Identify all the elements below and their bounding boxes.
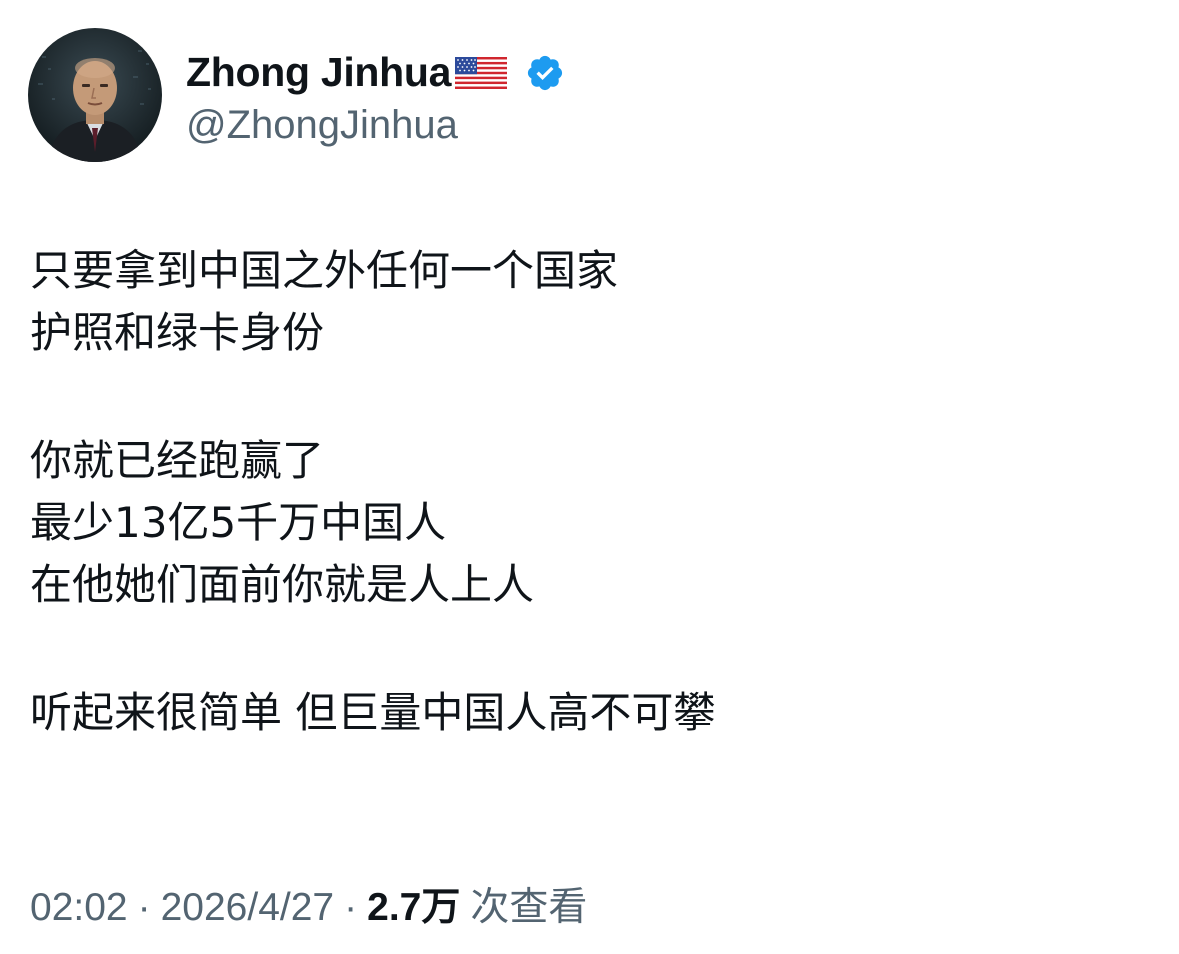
avatar-image: [28, 28, 162, 162]
tweet-meta: 02:02 · 2026/4/27 · 2.7万 次查看: [30, 876, 587, 932]
author-display-name[interactable]: Zhong Jinhua: [186, 49, 451, 96]
views-label: 次查看: [470, 885, 588, 930]
tweet-line: 你就已经跑赢了: [30, 436, 325, 485]
tweet-line: 护照和绿卡身份: [30, 308, 325, 357]
name-row: Zhong Jinhua: [186, 43, 565, 103]
us-flag-icon: [455, 56, 508, 89]
tweet-time[interactable]: 02:02: [30, 886, 128, 930]
meta-separator: ·: [344, 886, 358, 929]
tweet-line: 只要拿到中国之外任何一个国家: [30, 246, 619, 295]
author-identity: Zhong Jinhua @ZhongJinhua: [186, 43, 565, 148]
meta-separator: ·: [137, 886, 151, 929]
tweet-text: 只要拿到中国之外任何一个国家 护照和绿卡身份 你就已经跑赢了 最少13亿5千万中…: [30, 240, 1150, 744]
tweet: Zhong Jinhua @ZhongJinhua 只要拿到中国之外任何一个国家…: [0, 0, 1179, 954]
tweet-line: 听起来很简单 但巨量中国人高不可攀: [30, 688, 716, 737]
tweet-header: Zhong Jinhua @ZhongJinhua: [28, 28, 565, 162]
verified-badge-icon[interactable]: [525, 53, 565, 93]
tweet-date[interactable]: 2026/4/27: [161, 886, 335, 930]
tweet-line: 最少13亿5千万中国人: [30, 498, 447, 547]
views-count[interactable]: 2.7万: [367, 876, 460, 932]
author-handle[interactable]: @ZhongJinhua: [186, 103, 565, 148]
tweet-line: 在他她们面前你就是人上人: [30, 560, 535, 609]
avatar[interactable]: [28, 28, 162, 162]
